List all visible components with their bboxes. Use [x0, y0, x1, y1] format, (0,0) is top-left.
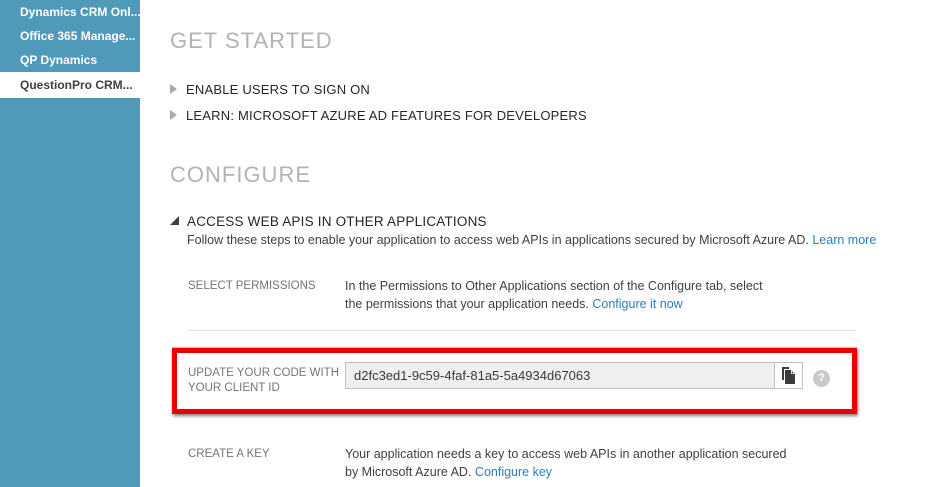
- access-web-apis-description: Follow these steps to enable your applic…: [187, 233, 920, 247]
- section-divider: [188, 330, 856, 331]
- copy-icon: [781, 367, 796, 384]
- chevron-expanded-icon: [170, 216, 179, 225]
- app-page: Dynamics CRM Onl... Office 365 Manage...…: [0, 0, 940, 487]
- expander-label: ENABLE USERS TO SIGN ON: [186, 82, 370, 97]
- sidebar-item-office-365-management[interactable]: Office 365 Manage...: [0, 24, 140, 48]
- expander-enable-users-to-sign-on[interactable]: ENABLE USERS TO SIGN ON: [170, 76, 920, 102]
- get-started-heading: GET STARTED: [170, 28, 920, 54]
- select-permissions-text: In the Permissions to Other Applications…: [345, 277, 781, 313]
- access-web-apis-title: ACCESS WEB APIS IN OTHER APPLICATIONS: [187, 214, 487, 229]
- expander-learn-azure-ad-features[interactable]: LEARN: MICROSOFT AZURE AD FEATURES FOR D…: [170, 102, 920, 128]
- learn-more-link[interactable]: Learn more: [812, 233, 876, 247]
- client-id-input-group: ?: [345, 362, 830, 389]
- create-a-key-row: CREATE A KEY Your application needs a ke…: [188, 445, 920, 481]
- sidebar-item-dynamics-crm-online[interactable]: Dynamics CRM Onl...: [0, 0, 140, 24]
- description-text: Follow these steps to enable your applic…: [187, 233, 809, 247]
- sidebar-item-qp-dynamics[interactable]: QP Dynamics: [0, 48, 140, 72]
- sidebar-item-questionpro-crm[interactable]: QuestionPro CRM...: [0, 72, 140, 98]
- chevron-right-icon: [170, 110, 177, 120]
- main-content: GET STARTED ENABLE USERS TO SIGN ON LEAR…: [170, 0, 920, 481]
- select-permissions-row: SELECT PERMISSIONS In the Permissions to…: [188, 277, 920, 313]
- copy-button[interactable]: [775, 362, 803, 389]
- client-id-row: UPDATE YOUR CODE WITH YOUR CLIENT ID ?: [188, 362, 852, 396]
- create-a-key-text: Your application needs a key to access w…: [345, 445, 797, 481]
- configure-it-now-link[interactable]: Configure it now: [592, 297, 682, 311]
- help-icon[interactable]: ?: [813, 370, 830, 387]
- select-permissions-label: SELECT PERMISSIONS: [188, 277, 345, 313]
- client-id-input[interactable]: [345, 362, 775, 389]
- configure-heading: CONFIGURE: [170, 162, 920, 188]
- update-your-code-label: UPDATE YOUR CODE WITH YOUR CLIENT ID: [188, 362, 345, 396]
- description-text: In the Permissions to Other Applications…: [345, 279, 763, 311]
- expander-label: LEARN: MICROSOFT AZURE AD FEATURES FOR D…: [186, 108, 587, 123]
- description-text: Your application needs a key to access w…: [345, 447, 787, 479]
- expander-access-web-apis[interactable]: ACCESS WEB APIS IN OTHER APPLICATIONS: [170, 214, 920, 229]
- application-list-sidebar: Dynamics CRM Onl... Office 365 Manage...…: [0, 0, 140, 487]
- chevron-right-icon: [170, 84, 177, 94]
- create-a-key-label: CREATE A KEY: [188, 445, 345, 481]
- configure-key-link[interactable]: Configure key: [475, 465, 552, 479]
- client-id-highlight-annotation: UPDATE YOUR CODE WITH YOUR CLIENT ID ?: [172, 348, 857, 414]
